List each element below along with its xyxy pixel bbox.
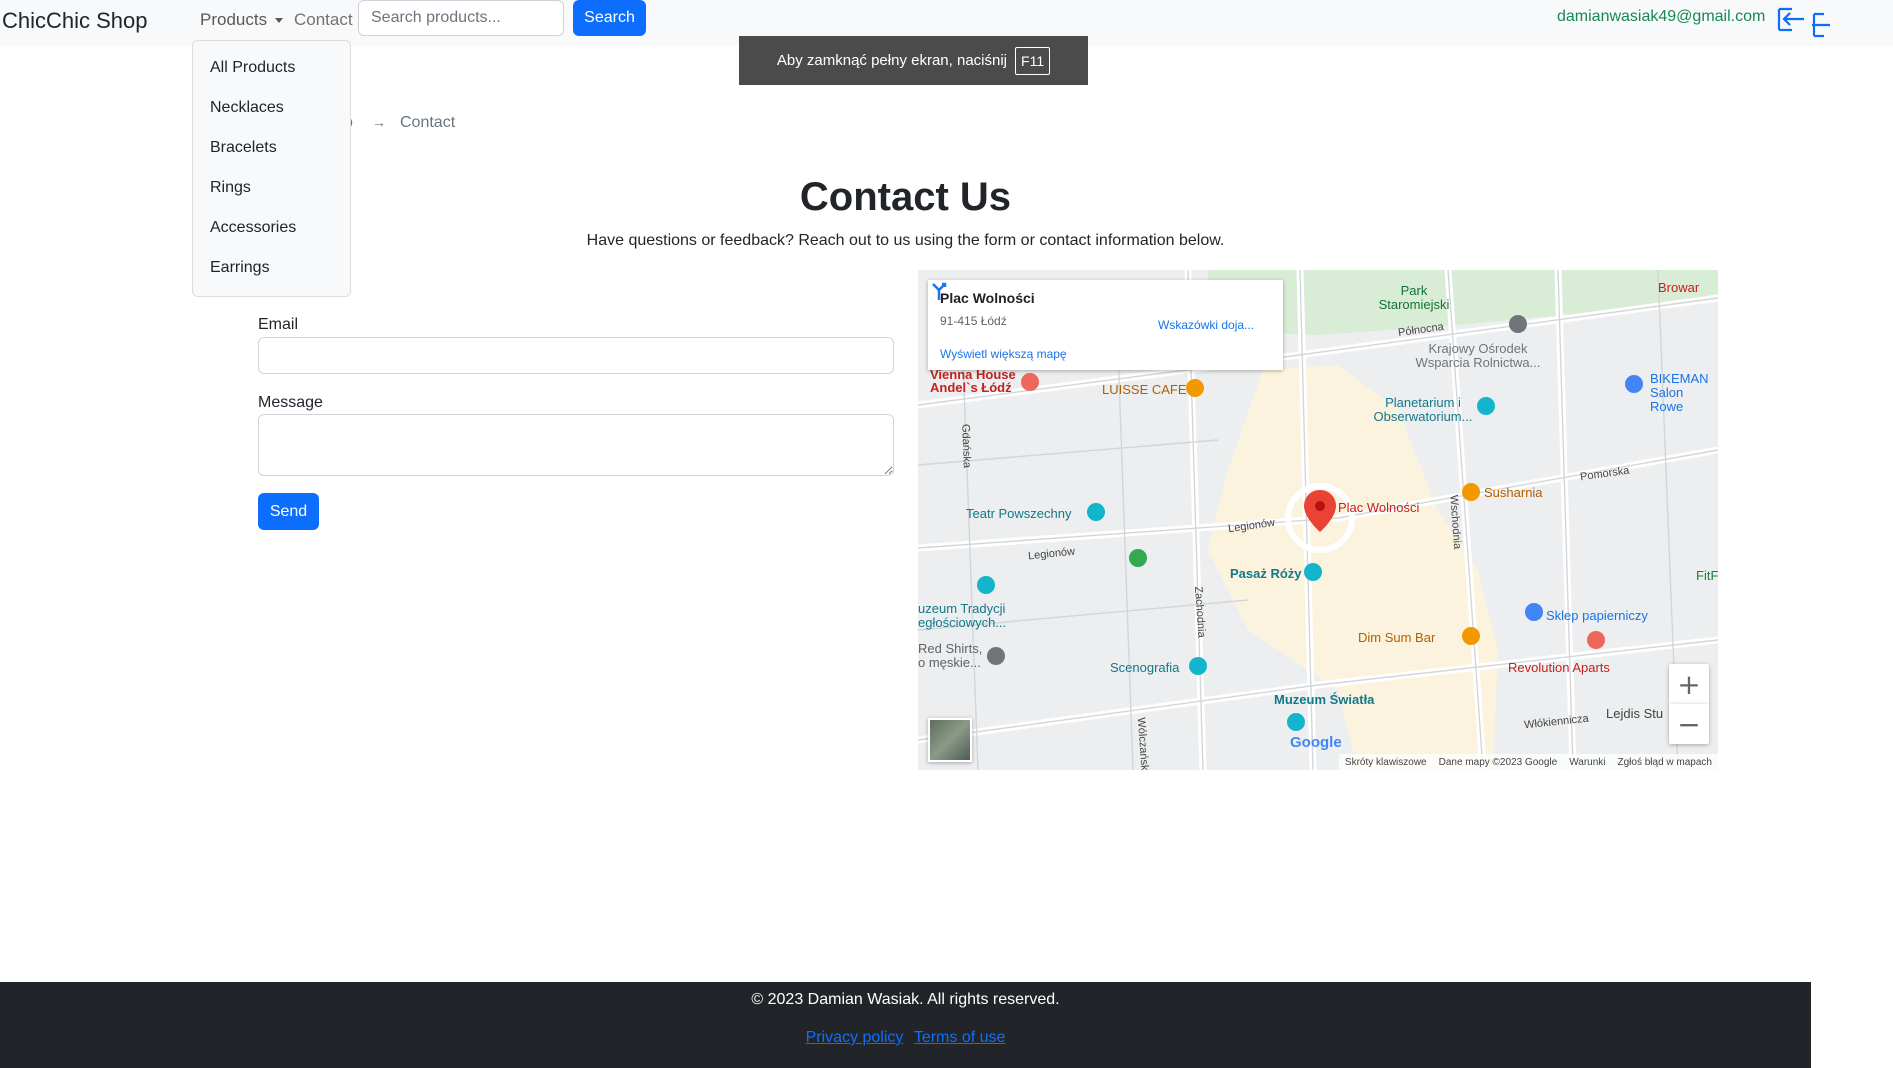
map-label-pasaz: Pasaż Róży [1230, 566, 1302, 581]
dropdown-item-bracelets[interactable]: Bracelets [210, 139, 277, 157]
map-report-link[interactable]: Zgłoś błąd w mapach [1618, 757, 1713, 768]
terms-of-use-link[interactable]: Terms of use [914, 1029, 1006, 1046]
nav-products-dropdown[interactable]: Products [200, 10, 284, 30]
map-label-bikeman: BIKEMAN Salon Rowe [1650, 371, 1709, 414]
map-label-planetarium: Planetarium i Obserwatorium... [1373, 395, 1473, 424]
breadcrumb-current: Contact [400, 114, 456, 131]
fullscreen-toast-text: Aby zamknąć pełny ekran, naciśnij [776, 52, 1008, 69]
map-place-card: Plac Wolności 91-415 Łódź Wskazówki doja… [928, 280, 1283, 370]
dropdown-item-earrings[interactable]: Earrings [210, 259, 270, 277]
email-label: Email [258, 316, 299, 333]
map-label-teatr: Teatr Powszechny [966, 506, 1072, 521]
map-label-plac: Plac Wolności [1338, 500, 1420, 515]
map-label-gdanska: Gdańska [959, 423, 973, 469]
map-label-fitf: FitF [1696, 568, 1718, 583]
map-label-muzeum-swiatla: Muzeum Światła [1274, 692, 1375, 707]
message-field[interactable] [258, 414, 894, 476]
directions-icon[interactable] [928, 280, 950, 302]
dropdown-item-accessories[interactable]: Accessories [210, 219, 296, 237]
dropdown-item-necklaces[interactable]: Necklaces [210, 99, 284, 117]
footer-copyright: © 2023 Damian Wasiak. All rights reserve… [751, 991, 1060, 1008]
map-label-sushi: Susharnia [1484, 485, 1543, 500]
email-field[interactable] [258, 337, 894, 374]
map-terms-link[interactable]: Warunki [1569, 757, 1605, 768]
logout-icon[interactable] [1776, 4, 1832, 38]
map-label-park: Park Staromiejski [1378, 283, 1450, 312]
map-label-luisse: LUISSE CAFE [1102, 382, 1187, 397]
map-label-krajowy: Krajowy Ośrodek Wsparcia Rolnictwa... [1415, 341, 1541, 370]
map-data-credit: Dane mapy ©2023 Google [1438, 756, 1558, 768]
map-shortcuts-link[interactable]: Skróty klawiszowe [1345, 757, 1427, 768]
breadcrumb-arrow-icon: → [372, 114, 386, 130]
send-button[interactable]: Send [258, 493, 319, 530]
user-email: damianwasiak49@gmail.com [1557, 8, 1766, 25]
map-place-address: 91-415 Łódź [940, 314, 1007, 328]
caret-down-icon [275, 18, 284, 24]
nav-products-label: Products [200, 10, 268, 29]
map-label-browar: Browar [1658, 280, 1700, 295]
products-dropdown-menu: All Products Necklaces Bracelets Rings A… [192, 40, 351, 297]
map-zoom-out-button[interactable]: − [1669, 704, 1709, 744]
footer: © 2023 Damian Wasiak. All rights reserve… [0, 982, 1811, 1068]
google-logo: Google [1290, 734, 1342, 751]
map-place-title: Plac Wolności [940, 290, 1035, 306]
nav-contact-link[interactable]: Contact [294, 10, 353, 30]
map-label-red-shirts: Red Shirts, o męskie... [918, 641, 983, 670]
map-directions-link[interactable]: Wskazówki doja... [1158, 318, 1254, 332]
fullscreen-toast: Aby zamknąć pełny ekran, naciśnij F11 [739, 36, 1088, 85]
map-satellite-toggle[interactable] [928, 718, 972, 762]
search-input[interactable] [358, 0, 564, 36]
map-label-sklep: Sklep papierniczy [1546, 608, 1648, 623]
map-label-muzeum-tradycji: uzeum Tradycji egłościowych... [918, 601, 1007, 630]
message-label: Message [258, 394, 323, 411]
footer-links: Privacy policy Terms of use [0, 1029, 1811, 1047]
fullscreen-key: F11 [1015, 46, 1051, 75]
google-map[interactable]: Browar Park Staromiejski Północna Krajow… [918, 270, 1718, 770]
map-label-vienna: Vienna House Andel`s Łódź [930, 367, 1016, 395]
brand-link[interactable]: ChicChic Shop [2, 8, 148, 34]
map-zoom-in-button[interactable]: + [1669, 664, 1709, 704]
map-label-dimsum: Dim Sum Bar [1358, 630, 1436, 645]
dropdown-item-all-products[interactable]: All Products [210, 59, 295, 77]
dropdown-item-rings[interactable]: Rings [210, 179, 251, 197]
map-label-revolution: Revolution Aparts [1508, 660, 1610, 675]
map-footer: Skróty klawiszowe Dane mapy ©2023 Google… [1338, 754, 1718, 770]
map-bigger-map-link[interactable]: Wyświetl większą mapę [940, 347, 1067, 361]
map-label-lejdis: Lejdis Stu [1606, 706, 1664, 721]
search-button[interactable]: Search [573, 0, 646, 36]
privacy-policy-link[interactable]: Privacy policy [806, 1029, 904, 1046]
map-label-scenografia: Scenografia [1110, 660, 1180, 675]
